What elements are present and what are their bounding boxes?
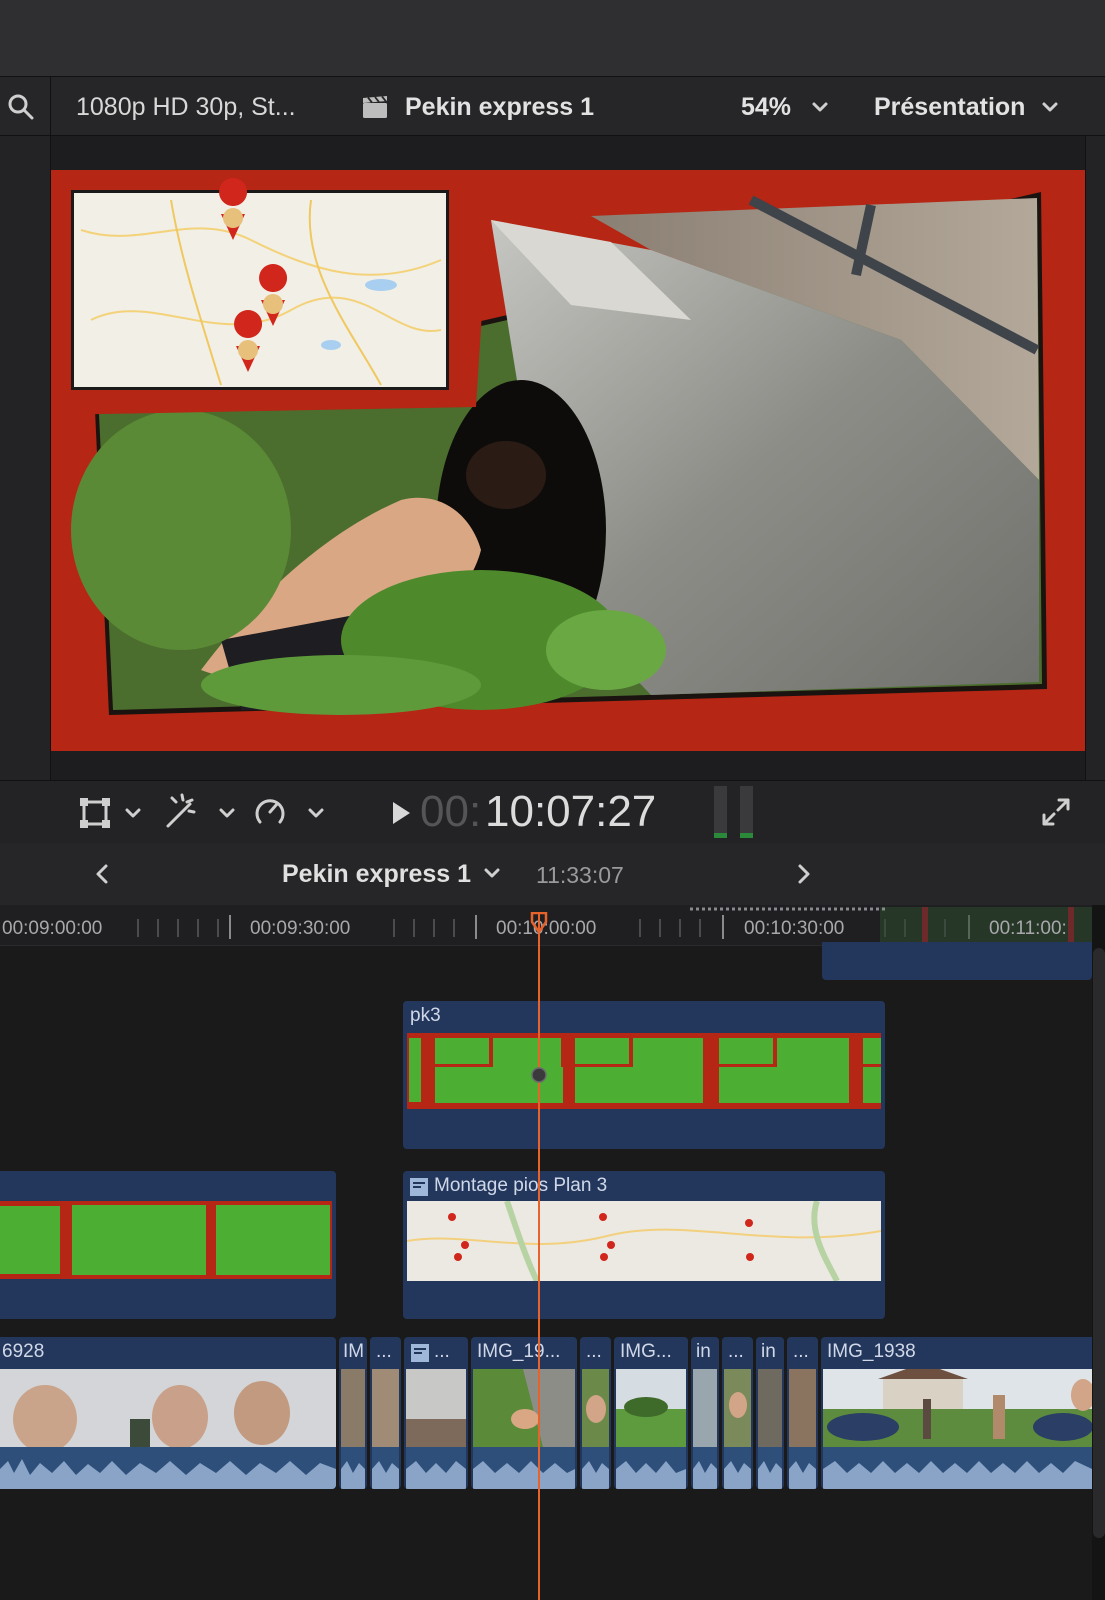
clip-label: in <box>696 1341 711 1362</box>
clip-label: ... <box>434 1341 450 1362</box>
magic-wand-icon[interactable] <box>160 792 200 832</box>
clip-thumbnail <box>789 1369 816 1489</box>
back-chevron-icon[interactable] <box>92 863 112 885</box>
storyline-clip[interactable]: ... <box>370 1337 401 1489</box>
clip-thumbnail <box>823 1369 1092 1489</box>
clip-label: ... <box>728 1341 744 1362</box>
transform-icon[interactable] <box>78 796 112 830</box>
storyline-clip[interactable]: ... <box>722 1337 753 1489</box>
clip-thumbnail <box>341 1369 365 1489</box>
clip-thumbnail <box>693 1369 717 1489</box>
storyline-clip[interactable]: ... <box>787 1337 818 1489</box>
fullscreen-icon[interactable] <box>1040 796 1072 828</box>
timecode-prefix: 00: <box>420 787 482 836</box>
project-chevron-down-icon[interactable] <box>483 864 501 882</box>
clapper-icon <box>363 95 387 118</box>
storyline-clip[interactable]: in <box>756 1337 784 1489</box>
clip-label: 6928 <box>2 1341 45 1362</box>
ruler-tick-label: 00:10:30:00 <box>744 918 845 939</box>
view-menu[interactable]: Présentation <box>874 90 1025 124</box>
storyline-clip[interactable]: IMG_19... <box>471 1337 577 1489</box>
storyline-clip[interactable]: 6928 <box>0 1337 336 1489</box>
retime-icon[interactable] <box>252 794 288 830</box>
clip-label: IMG_1938 <box>827 1341 916 1362</box>
storyline-clip[interactable]: ... <box>404 1337 468 1489</box>
zoom-chevron-down-icon[interactable] <box>811 98 829 116</box>
clip-filmstrip <box>407 1033 881 1109</box>
clip-label: IM <box>343 1341 365 1362</box>
storyline-clip[interactable]: ... <box>580 1337 611 1489</box>
clip-thumbnail <box>724 1369 751 1489</box>
enhance-chevron-down-icon[interactable] <box>218 804 236 822</box>
clip-filmstrip <box>406 1200 882 1283</box>
compound-clip-icon <box>410 1178 428 1196</box>
audio-meter-right <box>740 786 753 838</box>
clip-pk3[interactable]: pk3 <box>403 1001 885 1149</box>
clip-thumbnail <box>582 1369 609 1489</box>
clip-montage[interactable]: Montage pios Plan 3 <box>403 1171 885 1319</box>
play-icon[interactable] <box>388 799 414 827</box>
clip-label: ... <box>793 1341 809 1362</box>
ruler-tick-label: 00:11:00: <box>989 918 1067 939</box>
divider <box>50 77 51 135</box>
clip-label: in <box>761 1341 776 1362</box>
inspector-edge <box>1085 136 1105 780</box>
storyline-clip[interactable]: IM <box>339 1337 367 1489</box>
clip-label: pk3 <box>410 1005 441 1026</box>
browser-edge <box>0 136 51 780</box>
transform-chevron-down-icon[interactable] <box>124 804 142 822</box>
clip-thumbnail <box>616 1369 686 1489</box>
ruler-tick-label: 00:09:30:00 <box>250 918 351 939</box>
storyline-clip[interactable]: IMG_1938 <box>821 1337 1092 1489</box>
map-inset <box>51 170 491 415</box>
playhead-handle[interactable] <box>530 912 548 934</box>
viewer-canvas[interactable] <box>51 170 1085 751</box>
project-title[interactable]: Pekin express 1 <box>405 90 594 124</box>
window-toolbar <box>0 0 1105 77</box>
forward-chevron-icon[interactable] <box>794 863 814 885</box>
compound-clip-icon <box>411 1344 429 1362</box>
view-chevron-down-icon[interactable] <box>1041 98 1059 116</box>
clip-green-placeholder[interactable] <box>0 1171 336 1319</box>
ruler-tick-label: 00:09:00:00 <box>2 918 103 939</box>
connected-clip[interactable] <box>822 942 1092 980</box>
clip-thumbnail <box>758 1369 782 1489</box>
clip-thumbnail <box>372 1369 399 1489</box>
timeline-project-title[interactable]: Pekin express 1 <box>282 857 471 891</box>
clip-thumbnail <box>406 1369 466 1489</box>
clip-filmstrip <box>0 1201 332 1279</box>
clip-thumbnail <box>473 1369 575 1489</box>
clip-label: ... <box>376 1341 392 1362</box>
search-icon[interactable] <box>6 92 36 122</box>
format-label[interactable]: 1080p HD 30p, St... <box>76 90 296 124</box>
clip-thumbnail <box>0 1369 336 1489</box>
keyframe-marker[interactable] <box>530 1066 548 1084</box>
playhead[interactable] <box>538 912 540 1600</box>
clip-label: IMG... <box>620 1341 672 1362</box>
clip-label: ... <box>586 1341 602 1362</box>
retime-chevron-down-icon[interactable] <box>307 804 325 822</box>
video-frame <box>51 170 1047 715</box>
timecode-display[interactable]: 10:07:27 <box>485 788 656 836</box>
storyline-clip[interactable]: in <box>691 1337 719 1489</box>
zoom-level[interactable]: 54% <box>741 90 791 124</box>
primary-storyline: 6928 IM ... ... IMG_19... ... IMG... in … <box>0 1337 1092 1489</box>
storyline-clip[interactable]: IMG... <box>614 1337 688 1489</box>
clip-label: IMG_19... <box>477 1341 561 1362</box>
scrollbar-thumb[interactable] <box>1093 948 1105 1538</box>
project-duration: 11:33:07 <box>536 862 624 888</box>
audio-meter-left <box>714 786 727 838</box>
clip-label: Montage pios Plan 3 <box>434 1175 608 1196</box>
